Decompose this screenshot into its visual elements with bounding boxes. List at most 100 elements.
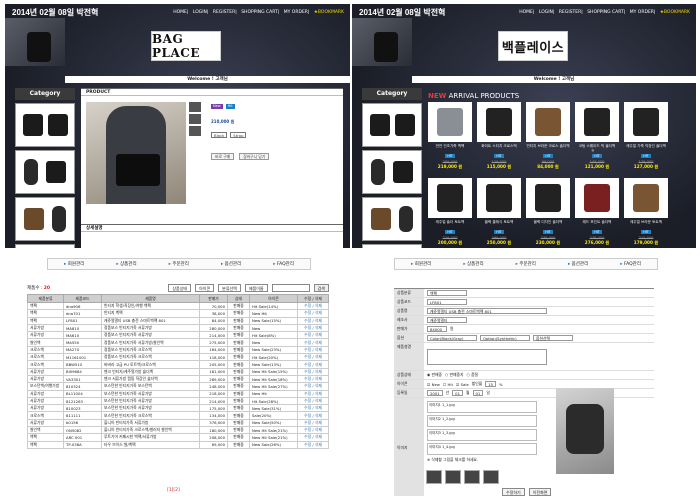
product-name[interactable]: 코팅 스웨이드 빅 숄더백: [575, 144, 619, 152]
cell-actions[interactable]: 수정 / 삭제: [297, 396, 329, 406]
category-item[interactable]: [15, 150, 75, 194]
cell-actions[interactable]: 수정 / 삭제: [297, 433, 329, 442]
nav-login[interactable]: LOGIN: [539, 10, 553, 15]
search-input[interactable]: [271, 284, 310, 292]
product-card[interactable]: 블랙 클래식 토트백 HIT 299,000 250,000 원: [477, 178, 521, 248]
product-name[interactable]: 빈티지 브라운 크로스 숄더백: [526, 144, 570, 152]
product-image[interactable]: [575, 102, 619, 142]
product-name[interactable]: 블랙 디자인 숄더백: [526, 220, 570, 228]
admin-nav-faq[interactable]: FAQ관리: [273, 261, 294, 267]
discount-input[interactable]: 15: [485, 381, 497, 387]
logo[interactable]: BAG PLACE: [151, 31, 221, 61]
add-to-cart-button[interactable]: 장바구니 담기: [239, 153, 270, 160]
update-button[interactable]: 수정하기: [502, 488, 525, 496]
product-image[interactable]: [624, 178, 668, 218]
buy-now-button[interactable]: 바로 구매: [211, 153, 235, 160]
cell-actions[interactable]: 수정 / 삭제: [297, 345, 329, 355]
product-image[interactable]: [526, 178, 570, 218]
category-item[interactable]: [362, 244, 422, 248]
product-card[interactable]: 블랙 디자인 숄더백 HIT 239,000 230,000 원: [526, 178, 570, 248]
thumbnail[interactable]: [189, 114, 201, 124]
cell-actions[interactable]: 수정 / 삭제: [297, 426, 329, 435]
nav-bookmark[interactable]: ★BOOKMARK: [314, 10, 344, 15]
category-item[interactable]: [362, 150, 422, 194]
category-item[interactable]: [362, 103, 422, 147]
file-upload-4[interactable]: 이미지4 1_4.jpg: [427, 443, 537, 455]
option-select-3[interactable]: 옵션선택: [533, 335, 573, 341]
cell-actions[interactable]: 수정 / 삭제: [297, 411, 329, 420]
product-card[interactable]: 레드 포인트 숄더백 HIT 276,000 276,000 원: [575, 178, 619, 248]
maker-input[interactable]: 캐쥬얼멀티: [427, 317, 467, 323]
product-image[interactable]: [428, 102, 472, 142]
product-name[interactable]: 레드 포인트 숄더백: [575, 220, 619, 228]
price-input[interactable]: 84000: [427, 326, 447, 332]
cell-actions[interactable]: 수정 / 삭제: [297, 323, 329, 333]
nav-home[interactable]: HOME: [173, 10, 187, 15]
cell-actions[interactable]: 수정 / 삭제: [297, 367, 329, 376]
thumbnail[interactable]: [445, 470, 461, 484]
icon-filter-select[interactable]: 아이콘: [195, 284, 215, 292]
product-image[interactable]: [624, 102, 668, 142]
admin-nav-faq[interactable]: FAQ관리: [620, 261, 641, 267]
cell-actions[interactable]: 수정 / 삭제: [297, 374, 329, 384]
product-name[interactable]: 화이트 스티치 크로스백: [477, 144, 521, 152]
admin-nav-members[interactable]: 회원관리: [64, 261, 85, 267]
thumbnail[interactable]: [464, 470, 480, 484]
nav-my-order[interactable]: MY ORDER: [630, 10, 654, 15]
check-sale[interactable]: ☑ Sale: [456, 382, 469, 387]
admin-nav-orders[interactable]: 주문관리: [169, 261, 189, 267]
category-item[interactable]: [15, 197, 75, 241]
nav-cart[interactable]: SHOPPING CART: [241, 10, 278, 15]
product-image[interactable]: [477, 178, 521, 218]
file-upload-2[interactable]: 이미지2 1_2.jpg: [427, 415, 537, 427]
cell-actions[interactable]: 수정 / 삭제: [297, 301, 329, 311]
product-name[interactable]: 캐주얼 브라운 토트백: [624, 220, 668, 228]
check-hit[interactable]: ☐ Hit: [443, 382, 453, 387]
product-card[interactable]: 화이트 스티치 크로스백 HIT 129,000 115,000 원: [477, 102, 521, 172]
option-select-1[interactable]: Color(Black/Gray): [427, 335, 477, 341]
code-input[interactable]: LF801: [427, 299, 467, 305]
description-textarea[interactable]: [427, 348, 547, 365]
cell-actions[interactable]: 수정 / 삭제: [297, 338, 329, 347]
cell-actions[interactable]: 수정 / 삭제: [297, 389, 329, 398]
cell-actions[interactable]: 수정 / 삭제: [297, 440, 329, 449]
admin-nav-options[interactable]: 옵션관리: [221, 261, 242, 267]
thumbnail[interactable]: [189, 126, 201, 136]
cell-actions[interactable]: 수정 / 삭제: [297, 309, 329, 318]
search-button[interactable]: 검색: [313, 284, 329, 292]
nav-cart[interactable]: SHOPPING CART: [587, 10, 624, 15]
nav-bookmark[interactable]: ★BOOKMARK: [660, 10, 690, 15]
cell-actions[interactable]: 수정 / 삭제: [297, 360, 329, 369]
admin-nav-options[interactable]: 옵션관리: [568, 261, 589, 267]
thumbnail[interactable]: [483, 470, 499, 484]
thumbnail[interactable]: [189, 102, 201, 112]
product-card[interactable]: 캐주얼 브라운 토트백 HIT 215,000 179,000 원: [624, 178, 668, 248]
admin-nav-members[interactable]: 회원관리: [411, 261, 432, 267]
radio-on-sale[interactable]: ◉ 판매중: [427, 372, 442, 378]
status-filter-select[interactable]: 상품상태: [168, 284, 192, 292]
nav-register[interactable]: REGISTER: [213, 10, 235, 15]
product-card[interactable]: 빈티지 브라운 크로스 숄더백 HIT 99,000 84,000 원: [526, 102, 570, 172]
cell-actions[interactable]: 수정 / 삭제: [297, 353, 329, 362]
file-upload-1[interactable]: 이미지1 1_1.jpg: [427, 401, 537, 413]
category-select[interactable]: 백팩: [427, 290, 467, 296]
radio-stop[interactable]: ○ 판매중지: [445, 372, 464, 378]
admin-nav-products[interactable]: 상품관리: [463, 261, 484, 267]
cell-actions[interactable]: 수정 / 삭제: [297, 331, 329, 340]
product-name[interactable]: 캐주얼 가죽 직장인 숄더백: [624, 144, 668, 152]
product-image[interactable]: [526, 102, 570, 142]
category-item[interactable]: [15, 103, 75, 147]
logo[interactable]: 백플레이스: [498, 31, 568, 61]
option-select-color[interactable]: Black: [211, 132, 228, 138]
nav-login[interactable]: LOGIN: [193, 10, 207, 15]
radio-soldout[interactable]: ○ 품절: [467, 372, 479, 378]
product-image[interactable]: [575, 178, 619, 218]
option-select-2[interactable]: Option(Synthetic): [480, 335, 530, 341]
nav-home[interactable]: HOME: [519, 10, 533, 15]
product-image[interactable]: [477, 102, 521, 142]
file-upload-3[interactable]: 이미지3 1_3.jpg: [427, 429, 537, 441]
product-card[interactable]: 캐주얼 가죽 직장인 숄더백 HIT 139,000 127,000 원: [624, 102, 668, 172]
cell-actions[interactable]: 수정 / 삭제: [297, 316, 329, 325]
admin-nav-products[interactable]: 상품관리: [116, 261, 137, 267]
search-field-select[interactable]: 제품이름: [244, 284, 268, 292]
